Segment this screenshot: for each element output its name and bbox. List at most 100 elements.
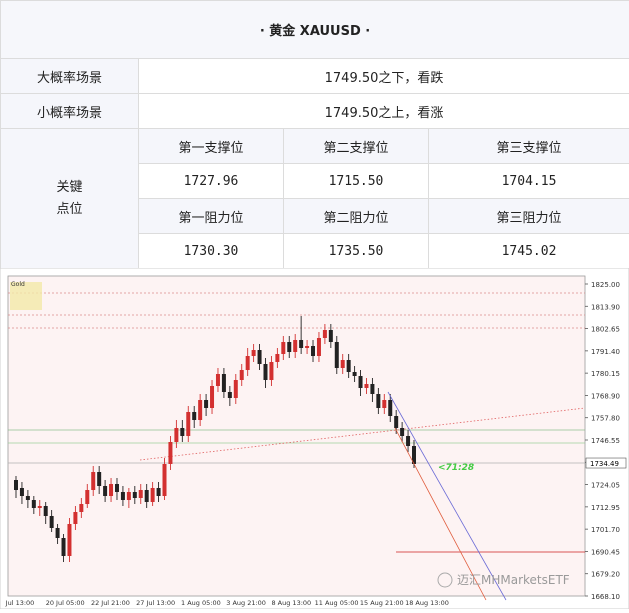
candle-body (341, 360, 345, 368)
price-tick-label: 1679.20 (591, 571, 620, 579)
candle-body (20, 488, 24, 496)
time-tick-label: 11 Aug 05:00 (315, 599, 359, 607)
candle-body (347, 360, 351, 372)
candle-body (163, 464, 167, 496)
candle-body (210, 386, 214, 408)
candle-body (287, 342, 291, 352)
support-3-label: 第三支撑位 (429, 129, 629, 164)
candle-body (246, 356, 250, 370)
candle-body (311, 346, 315, 356)
candle-body (388, 400, 392, 416)
support-3-value: 1704.15 (429, 164, 629, 199)
candle-body (329, 330, 333, 342)
candle-body (323, 330, 327, 338)
resistance-1-label: 第一阻力位 (139, 199, 284, 234)
price-tick-label: 1802.65 (591, 326, 620, 334)
candle-body (335, 342, 339, 368)
candle-body (299, 340, 303, 348)
price-tick-label: 1712.95 (591, 504, 620, 512)
bull-scenario-value: 1749.50之上，看涨 (139, 94, 629, 129)
price-tick-label: 1768.90 (591, 392, 620, 400)
candle-body (50, 516, 54, 528)
price-tick-label: 1690.45 (591, 548, 620, 556)
candle-body (109, 484, 113, 496)
resistance-2-value: 1735.50 (284, 234, 429, 269)
candle-body (192, 412, 196, 420)
key-levels-table: · 黄金 XAUUSD · 大概率场景 1749.50之下，看跌 小概率场景 1… (0, 0, 629, 269)
time-tick-label: 3 Aug 21:00 (226, 599, 266, 607)
resistance-3-label: 第三阻力位 (429, 199, 629, 234)
candle-body (228, 392, 232, 398)
candle-body (180, 428, 184, 436)
price-tick-label: 1813.90 (591, 303, 620, 311)
candle-body (121, 492, 125, 500)
candle-body (382, 400, 386, 408)
resistance-3-value: 1745.02 (429, 234, 629, 269)
key-levels-panel: · 黄金 XAUUSD · 大概率场景 1749.50之下，看跌 小概率场景 1… (0, 0, 629, 268)
price-tick-label: 1757.80 (591, 415, 620, 423)
candle-body (359, 376, 363, 388)
resistance-1-value: 1730.30 (139, 234, 284, 269)
key-levels-label: 关键 点位 (1, 129, 139, 269)
candle-body (38, 506, 42, 508)
time-tick-label: 22 Jul 21:00 (91, 599, 130, 607)
time-tick-label: 20 Jul 05:00 (46, 599, 85, 607)
time-tick-label: Jul 13:00 (5, 599, 35, 607)
time-tick-label: 8 Aug 13:00 (271, 599, 311, 607)
candle-body (67, 524, 71, 556)
price-tick-label: 1746.55 (591, 437, 620, 445)
candle-body (317, 338, 321, 356)
instrument-title: · 黄金 XAUUSD · (1, 1, 629, 59)
candle-body (364, 384, 368, 388)
candle-body (73, 512, 77, 524)
support-1-label: 第一支撑位 (139, 129, 284, 164)
price-tick-label: 1668.10 (591, 593, 620, 601)
current-price-label: 1734.49 (590, 460, 619, 468)
time-tick-label: 1 Aug 05:00 (181, 599, 221, 607)
time-tick-label: 18 Aug 13:00 (405, 599, 449, 607)
candle-body (115, 484, 119, 492)
candle-body (263, 364, 267, 380)
candle-body (32, 500, 36, 508)
candle-body (85, 490, 89, 504)
candle-body (127, 492, 131, 500)
symbol-label: Gold (11, 281, 25, 288)
candle-body (145, 490, 149, 502)
price-tick-label: 1780.15 (591, 370, 620, 378)
candle-body (139, 490, 143, 498)
price-tick-label: 1724.05 (591, 482, 620, 490)
candle-body (353, 372, 357, 376)
candle-body (103, 486, 107, 496)
price-chart-svg: 1825.001813.901802.651791.401780.151768.… (0, 268, 629, 609)
candle-body (133, 492, 137, 498)
support-2-label: 第二支撑位 (284, 129, 429, 164)
candle-body (400, 428, 404, 436)
candle-body (151, 488, 155, 502)
support-2-value: 1715.50 (284, 164, 429, 199)
candle-body (216, 374, 220, 386)
candle-body (394, 416, 398, 428)
candle-body (91, 472, 95, 490)
candle-body (252, 350, 256, 356)
candle-body (281, 342, 285, 354)
candle-body (269, 362, 273, 380)
watermark-text: 迈汇MHMarketsETF (457, 573, 570, 587)
candle-body (26, 496, 30, 500)
candle-body (240, 370, 244, 380)
candle-body (97, 472, 101, 486)
support-1-value: 1727.96 (139, 164, 284, 199)
candle-body (406, 436, 410, 446)
candle-body (44, 506, 48, 516)
resistance-2-label: 第二阻力位 (284, 199, 429, 234)
candle-body (174, 428, 178, 442)
candle-body (258, 350, 262, 364)
candle-body (376, 394, 380, 408)
key-levels-label-line2: 点位 (1, 199, 138, 221)
candle-body (62, 538, 66, 556)
candle-body (79, 504, 83, 512)
price-tick-label: 1791.40 (591, 348, 620, 356)
candle-body (204, 400, 208, 408)
bear-scenario-value: 1749.50之下，看跌 (139, 59, 629, 94)
key-levels-label-line1: 关键 (1, 177, 138, 199)
candle-body (198, 400, 202, 420)
